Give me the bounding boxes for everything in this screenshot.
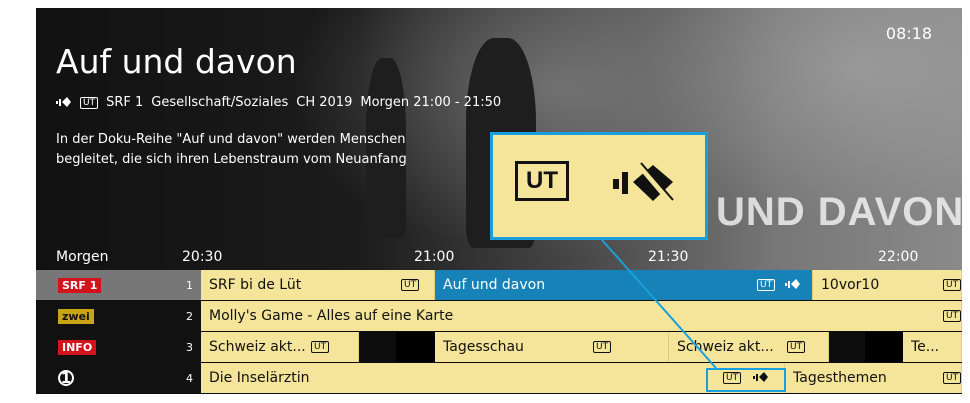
audio-description-icon-large [611,157,681,207]
tv-guide-screen: Auf und davon 08:18 UT SRF 1 Gesellschaf… [36,8,962,394]
subtitle-badge-large: UT [515,161,569,201]
zoom-callout: UT [490,132,708,240]
highlight-box [706,368,786,392]
